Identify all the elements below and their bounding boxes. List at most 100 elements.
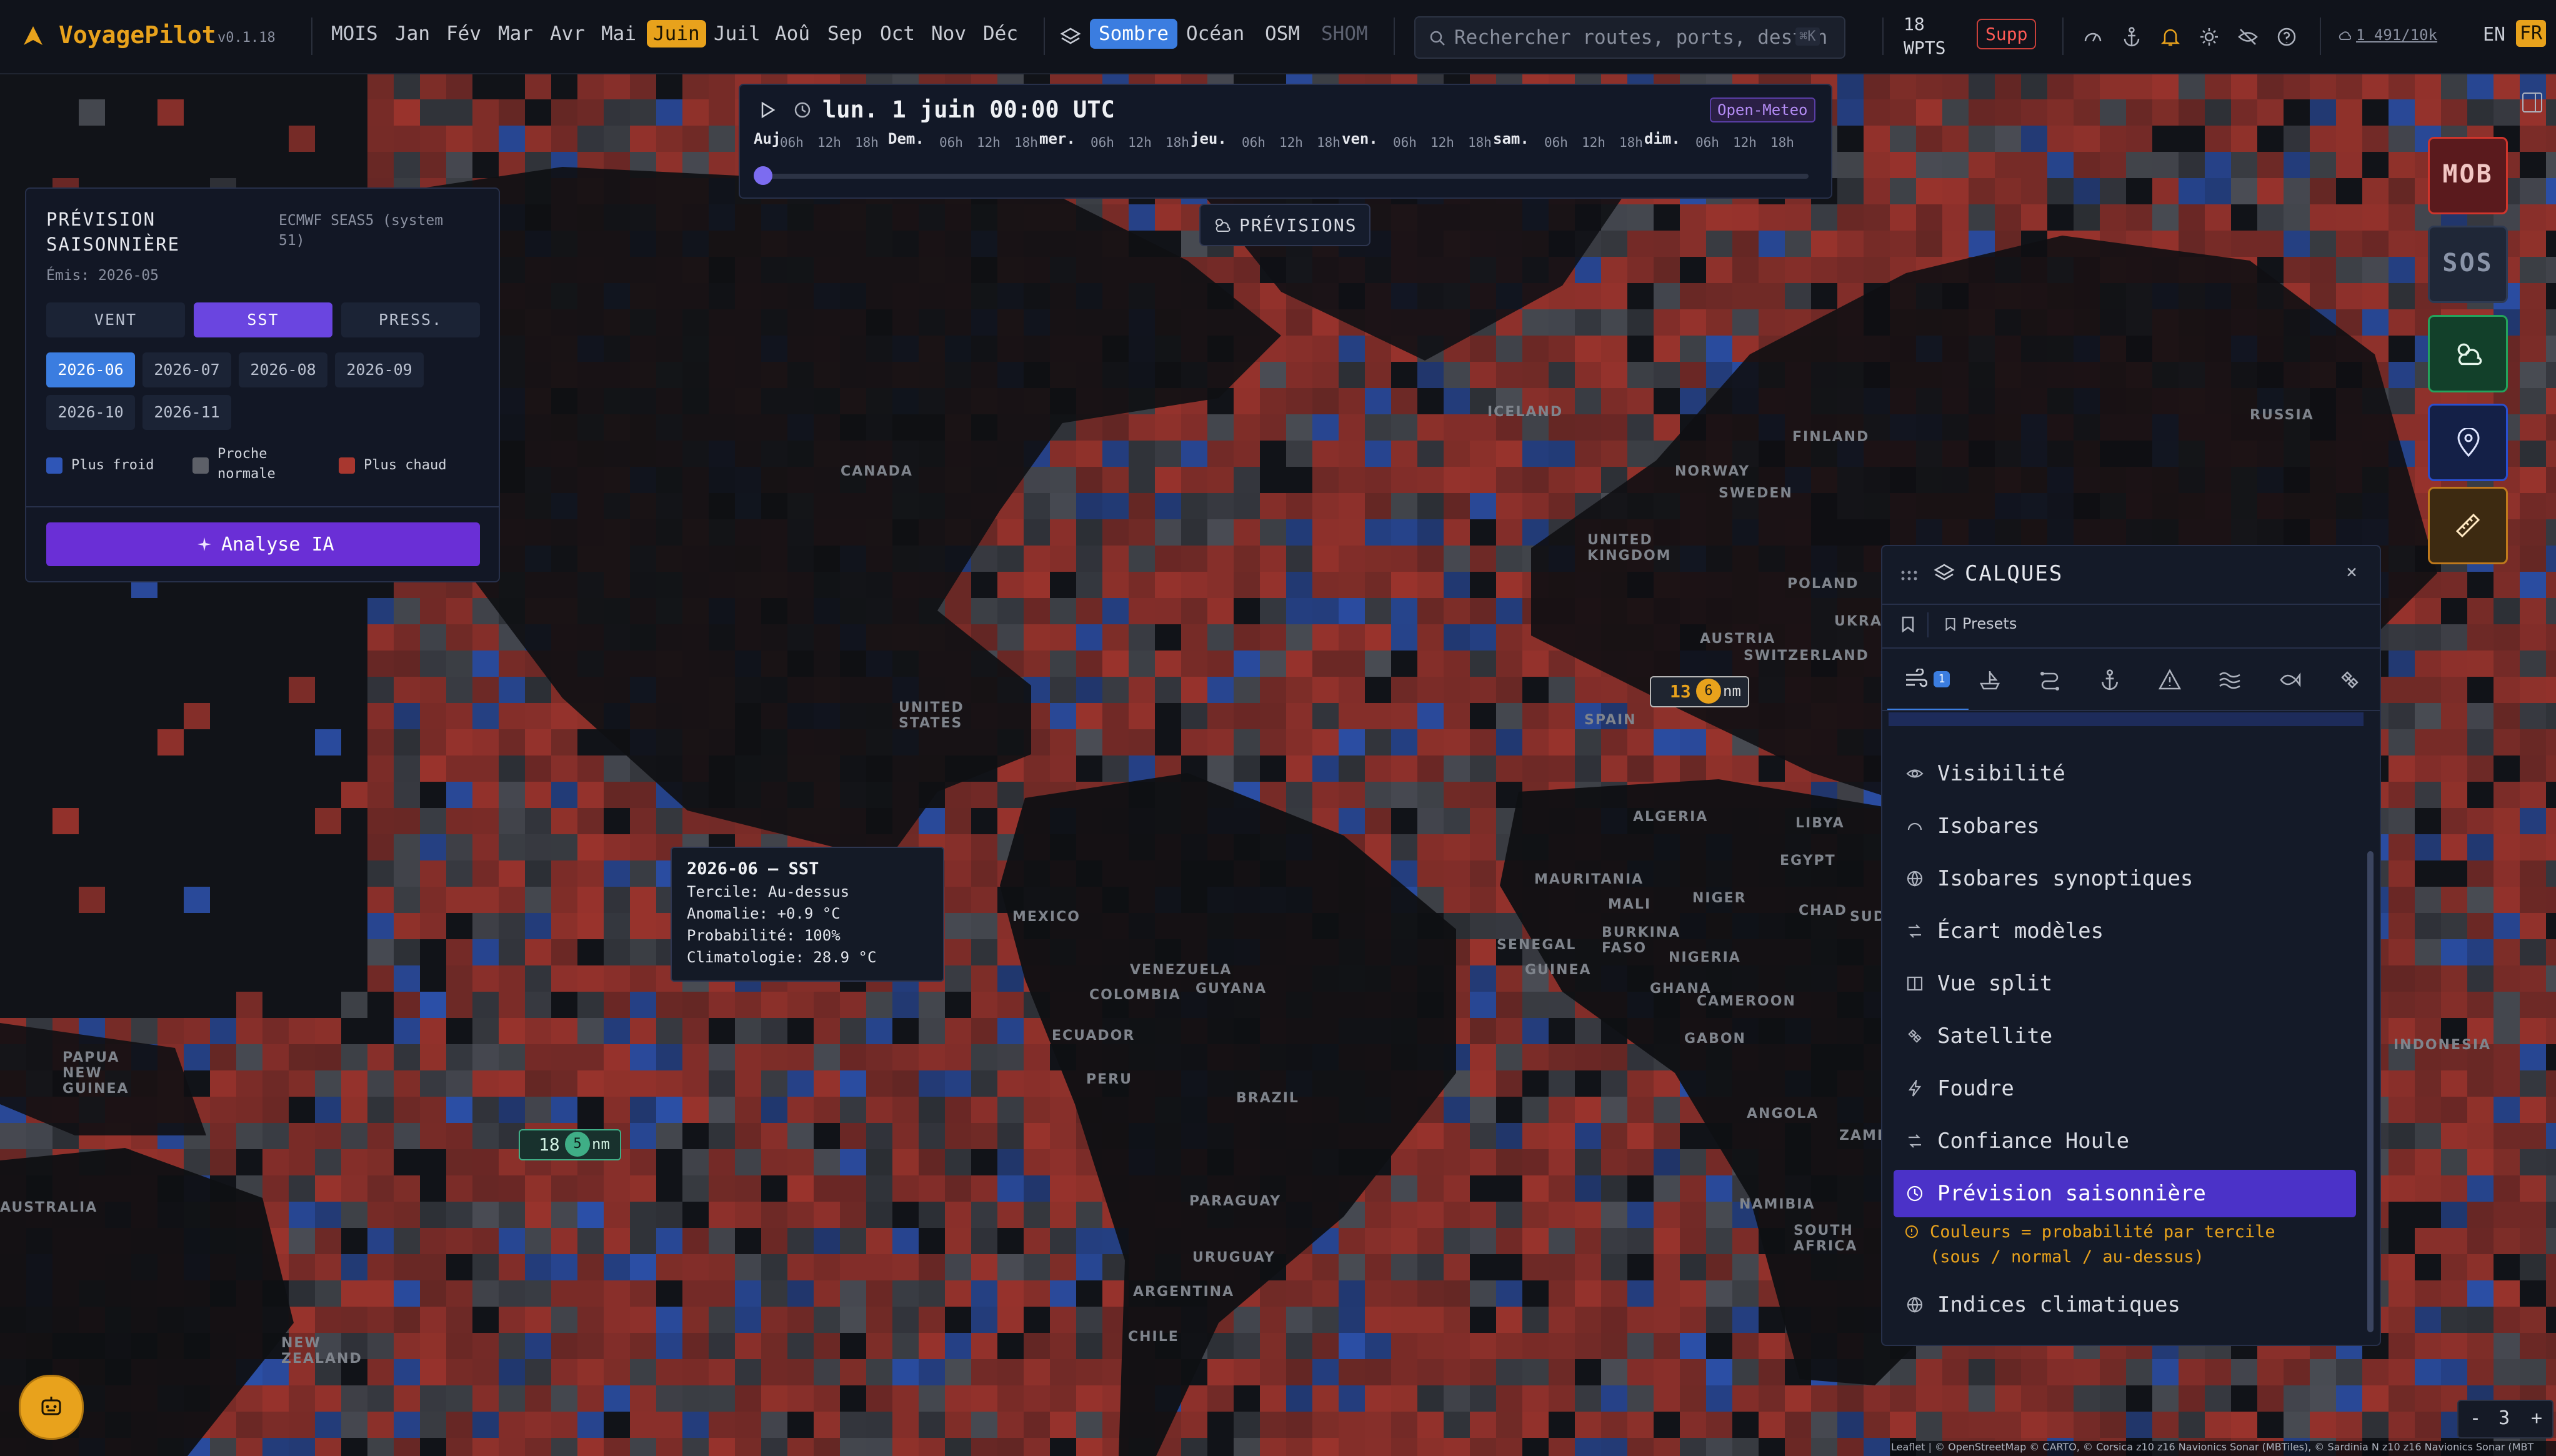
month-oct[interactable]: Oct: [880, 22, 915, 45]
layers-scrollbar[interactable]: [2367, 851, 2374, 1332]
basemap-ocean[interactable]: Océan: [1186, 22, 1244, 45]
layer-label: Confiance Houle: [1937, 1129, 2130, 1154]
waves-icon[interactable]: [2219, 669, 2241, 691]
month-button[interactable]: 2026-07: [142, 352, 231, 387]
layer-seasonal-forecast[interactable]: Prévision saisonnière: [1894, 1170, 2356, 1217]
sparkle-icon: [197, 537, 211, 551]
layer-climate-indices[interactable]: Indices climatiques: [1894, 1280, 2356, 1330]
weather-button[interactable]: [2428, 315, 2508, 392]
layers-title: CALQUES: [1965, 561, 2064, 586]
map-label: ARGENTINA: [1133, 1284, 1235, 1300]
sun-icon[interactable]: [2199, 26, 2220, 47]
layer-lightning[interactable]: Foudre: [1894, 1064, 2356, 1114]
layer-satellite[interactable]: Satellite: [1894, 1011, 2356, 1061]
timeline-hour-label: 12h: [1733, 135, 1757, 150]
layer-visibility[interactable]: Visibilité: [1894, 749, 2356, 799]
bell-icon[interactable]: [2160, 26, 2181, 47]
layers-icon: [1060, 27, 1081, 44]
tab-wind[interactable]: 1: [1887, 651, 1969, 711]
layer-label: Foudre: [1937, 1076, 2014, 1101]
wind-icon: [1906, 669, 1927, 687]
warning-icon[interactable]: [2159, 669, 2181, 691]
panel-title: SAISONNIÈRE: [46, 234, 181, 255]
months-label: MOIS: [331, 22, 378, 45]
route-cluster-marker[interactable]: 18 5 nm: [519, 1129, 621, 1160]
basemap-osm[interactable]: OSM: [1265, 22, 1300, 45]
delete-button[interactable]: Supp: [1977, 19, 2037, 49]
compare-icon: [1909, 1134, 1921, 1148]
cluster-count: 6: [1696, 679, 1721, 704]
month-sep[interactable]: Sep: [827, 22, 862, 45]
route-cluster-marker[interactable]: 13 6 nm: [1650, 676, 1749, 707]
drag-handle-icon[interactable]: [1901, 570, 1917, 581]
anchor-icon[interactable]: [2099, 669, 2121, 691]
map-label: BRAZIL: [1236, 1090, 1299, 1106]
split-icon: [1907, 976, 1923, 991]
month-mar[interactable]: Mar: [498, 22, 533, 45]
zoom-in-button[interactable]: +: [2531, 1407, 2542, 1429]
var-pressure-button[interactable]: PRESS.: [341, 302, 480, 337]
month-dec[interactable]: Déc: [983, 22, 1018, 45]
satellite-icon[interactable]: [2339, 669, 2361, 691]
lang-fr[interactable]: FR: [2516, 20, 2547, 47]
layer-swell-confidence[interactable]: Confiance Houle: [1894, 1116, 2356, 1166]
month-may[interactable]: Mai: [601, 22, 636, 45]
month-button[interactable]: 2026-10: [46, 395, 135, 430]
month-feb[interactable]: Fév: [446, 22, 481, 45]
presets-button[interactable]: Presets: [1962, 615, 2017, 632]
var-wind-button[interactable]: VENT: [46, 302, 185, 337]
timeline-day-label: jeu.: [1191, 130, 1227, 147]
layer-model-spread[interactable]: Écart modèles: [1894, 906, 2356, 956]
collapse-panel-icon[interactable]: [2522, 92, 2542, 112]
month-jul[interactable]: Juil: [714, 22, 761, 45]
layer-synoptic-isobars[interactable]: Isobares synoptiques: [1894, 854, 2356, 904]
ai-analysis-button[interactable]: Analyse IA: [46, 522, 480, 566]
cloud-icon: [2339, 31, 2351, 40]
layer-isobars[interactable]: Isobares: [1894, 801, 2356, 851]
map-label: SENEGAL: [1497, 937, 1577, 953]
help-icon[interactable]: [2276, 26, 2297, 47]
map-label: COLOMBIA: [1089, 987, 1181, 1003]
timeline-hour-label: 06h: [1091, 135, 1114, 150]
var-sst-button[interactable]: SST: [194, 302, 332, 337]
month-button[interactable]: 2026-09: [335, 352, 424, 387]
location-button[interactable]: [2428, 404, 2508, 481]
basemap-dark[interactable]: Sombre: [1090, 19, 1177, 49]
mob-button[interactable]: MOB: [2428, 137, 2508, 214]
bookmark-icon: [1945, 617, 1955, 631]
zoom-out-button[interactable]: -: [2470, 1407, 2481, 1429]
tooltip-tercile: Tercile: Au-dessus: [687, 883, 850, 900]
layer-split-view[interactable]: Vue split: [1894, 959, 2356, 1009]
play-icon[interactable]: [759, 101, 776, 119]
assistant-button[interactable]: [19, 1375, 84, 1440]
month-button[interactable]: 2026-08: [239, 352, 327, 387]
boat-icon[interactable]: [1979, 669, 2001, 691]
close-icon[interactable]: ×: [2346, 561, 2357, 583]
month-jan[interactable]: Jan: [395, 22, 430, 45]
fish-icon[interactable]: [2279, 669, 2301, 691]
route-icon[interactable]: [2039, 669, 2061, 691]
month-apr[interactable]: Avr: [550, 22, 585, 45]
month-nov[interactable]: Nov: [931, 22, 966, 45]
sos-button[interactable]: SOS: [2428, 226, 2508, 303]
map-label: PAPUA NEW GUINEA: [62, 1050, 129, 1097]
top-toolbar: VoyagePilot v0.1.18 MOIS Jan Fév Mar Avr…: [0, 0, 2556, 74]
anchor-icon[interactable]: [2121, 26, 2142, 47]
basemap-shom[interactable]: SHOM: [1321, 22, 1368, 45]
month-button[interactable]: 2026-06: [46, 352, 135, 387]
forecast-button[interactable]: PRÉVISIONS: [1199, 204, 1370, 246]
bookmark-icon[interactable]: [1901, 616, 1915, 632]
map-label: ALGERIA: [1633, 809, 1709, 825]
lang-en[interactable]: EN: [2483, 24, 2505, 46]
month-jun[interactable]: Juin: [647, 20, 706, 47]
logo-icon: [24, 26, 42, 45]
ruler-button[interactable]: [2428, 487, 2508, 564]
month-button[interactable]: 2026-11: [142, 395, 231, 430]
gauge-icon[interactable]: [2082, 26, 2104, 47]
timeline-track[interactable]: [762, 174, 1809, 179]
timeline-handle[interactable]: [754, 166, 772, 185]
eye-off-icon[interactable]: [2237, 26, 2259, 47]
search-input[interactable]: Rechercher routes, ports, destin ⌘K: [1414, 16, 1845, 59]
map-label: PARAGUAY: [1189, 1194, 1282, 1209]
month-aug[interactable]: Aoû: [775, 22, 810, 45]
